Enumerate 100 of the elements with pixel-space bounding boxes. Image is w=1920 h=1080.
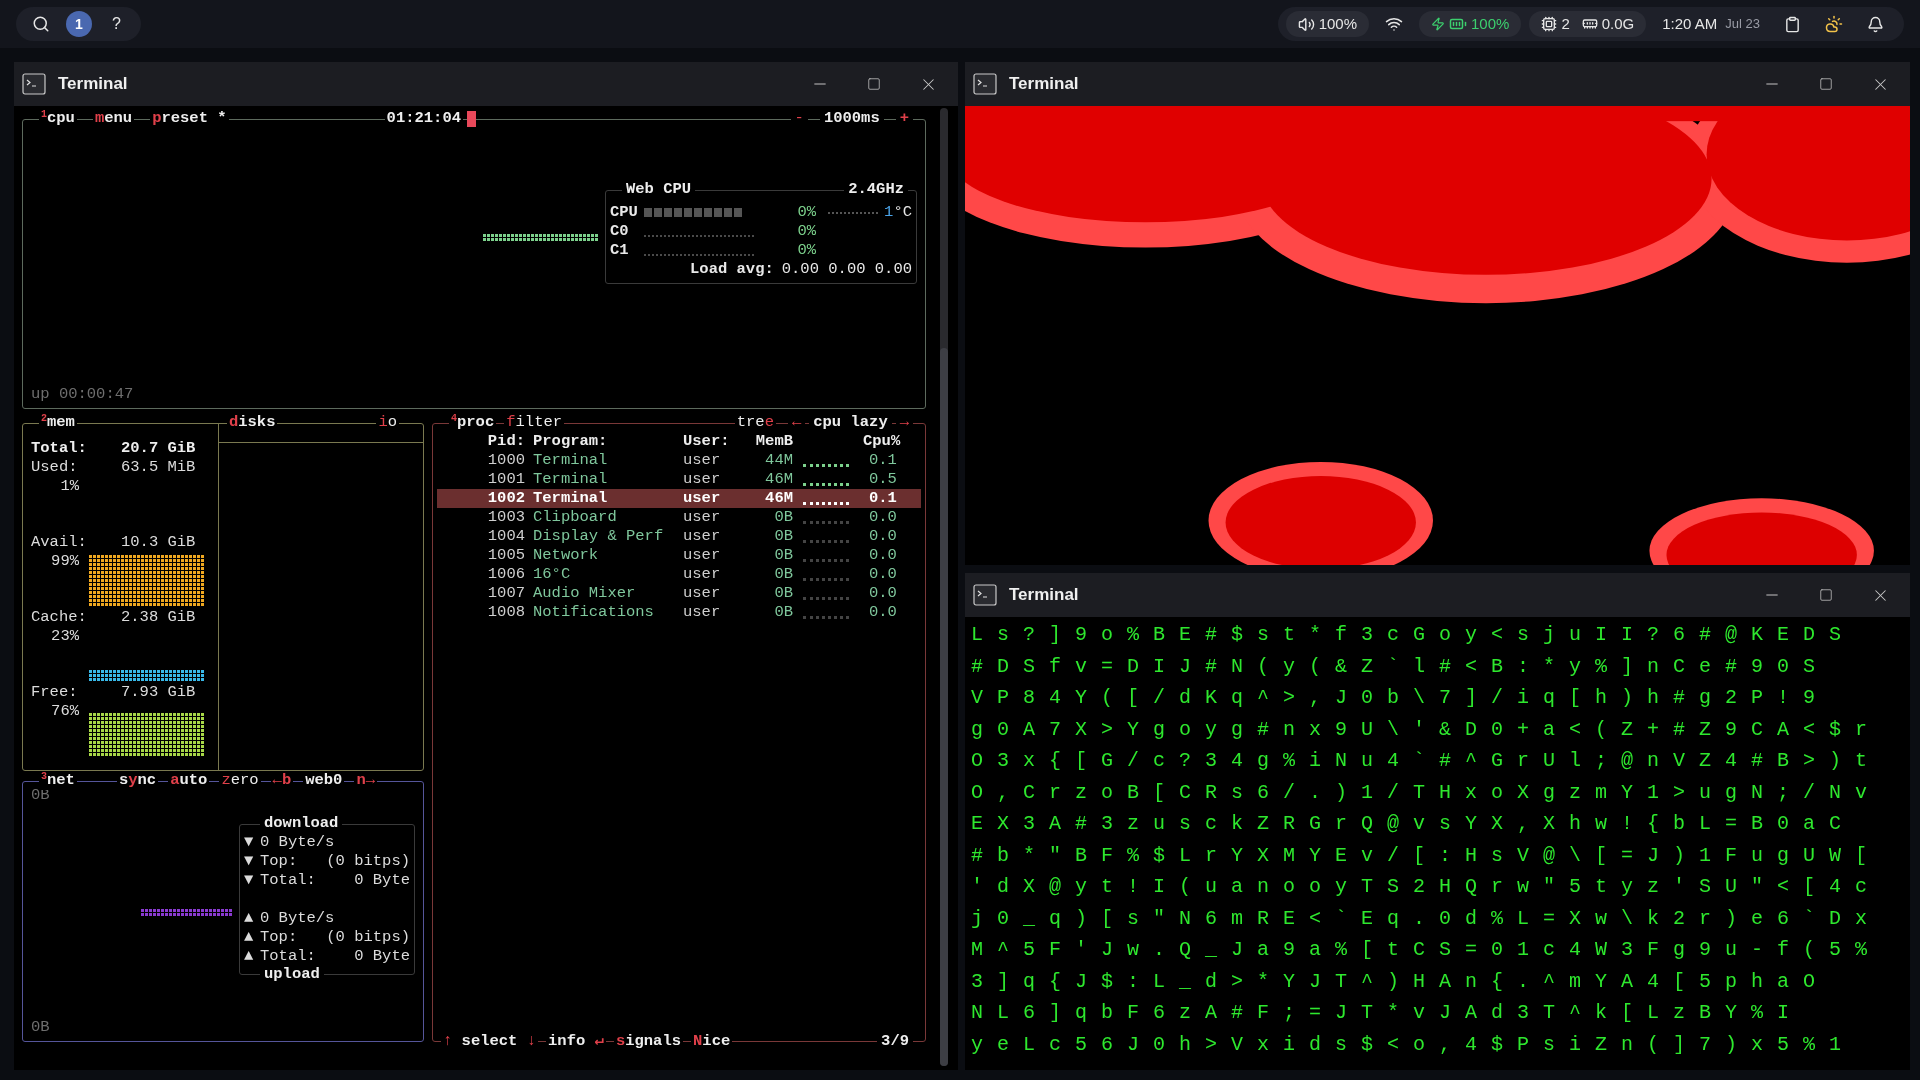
pid-cell-text: 1000 [486, 451, 525, 470]
maximize-icon[interactable] [867, 77, 881, 91]
volume-indicator[interactable]: 100% [1285, 11, 1369, 37]
clock-time: 1:20 AM [1662, 13, 1718, 34]
process-row[interactable]: 1001 Terminal user 46M 0.5 [437, 470, 921, 489]
help-button[interactable]: ? [108, 12, 125, 36]
matrix-text-row-text: M^5F'Jw.Q_Ja9a%[tCS=01c4W3Fg9u-f(5% [971, 937, 1883, 963]
cpu-label: CPU [610, 203, 639, 222]
traffic-label: 0 Byte/s [260, 909, 335, 928]
user-cell-text: user [683, 470, 722, 489]
workspace-button[interactable]: 1 [66, 11, 92, 37]
pid-cell-text: 1007 [486, 584, 525, 603]
window-title: Terminal [58, 73, 128, 96]
cpu-cell: 0.5 [869, 470, 897, 489]
wifi-icon[interactable] [1385, 15, 1403, 33]
memory-value: 63.5 MiB [121, 458, 196, 477]
process-row[interactable]: 1004 Display & Perf user 0B 0.0 [437, 527, 921, 546]
program-cell-text: Notifications [533, 603, 655, 622]
maximize-icon[interactable] [1819, 588, 1833, 602]
memory-cell-text: 0B [773, 546, 793, 565]
up-arrow-icon: ▲ [244, 928, 260, 947]
process-row[interactable]: 1000 Terminal user 44M 0.1 [437, 451, 921, 470]
program-cell-text: Display & Perf [533, 527, 665, 546]
weather-icon[interactable] [1825, 15, 1843, 33]
memory-cell-text: 0B [773, 603, 793, 622]
chip-icon [1541, 16, 1558, 32]
cpu-cell: 0.0 [869, 546, 897, 565]
user-cell-text: user [683, 584, 722, 603]
terminal-icon [22, 73, 46, 95]
maximize-icon[interactable] [1819, 77, 1833, 91]
user-cell-text: user [683, 565, 722, 584]
memory-cell-text: 46M [764, 470, 793, 489]
column-header: Cpu% [863, 432, 901, 451]
program-cell-text: Terminal [533, 470, 609, 489]
memory-percent: 1% [59, 477, 79, 496]
memory-percent: 99% [50, 552, 79, 571]
matrix-text-row-text: Ls?]9o%BE#$st*f3cGoy<sjuII?6#@KEDS [971, 622, 1857, 648]
column-header: User: [683, 432, 731, 451]
program-cell-text: 16°C [533, 565, 572, 584]
memory-value: 20.7 GiB [121, 439, 196, 458]
down-arrow-icon: ▼ [244, 852, 260, 871]
panel-title[interactable]: $^{3}$net [39, 771, 77, 790]
bell-icon[interactable] [1867, 15, 1884, 33]
traffic-value: (0 bitps) [326, 928, 410, 947]
traffic-label: Total: [260, 947, 317, 966]
footer-action[interactable]: signals [613, 1032, 684, 1051]
memory-cell-text: 46M [764, 489, 793, 508]
up-arrow-icon: ▲ [244, 909, 260, 928]
user-cell-text: user [683, 527, 722, 546]
pid-cell-text: 1001 [486, 470, 525, 489]
memory-label: Used: [31, 458, 79, 477]
traffic-label: 0 Byte/s [260, 833, 335, 852]
pid-cell-text: 1008 [486, 603, 525, 622]
memory-value: 7.93 GiB [121, 683, 196, 702]
pid-cell-text: 1003 [486, 508, 525, 527]
pid-cell-text: 1004 [486, 527, 525, 546]
memory-cell-text: 0B [773, 508, 793, 527]
down-arrow-icon: ▼ [244, 833, 260, 852]
process-row[interactable]: 1002 Terminal user 46M 0.1 [437, 489, 921, 508]
program-cell-text: Audio Mixer [533, 584, 637, 603]
pid-cell-text: 1005 [486, 546, 525, 565]
panel-title[interactable]: $^{1}$cpu [39, 109, 77, 128]
up-arrow-icon: ▲ [244, 947, 260, 966]
pid-cell-text: 1002 [486, 489, 525, 508]
process-row[interactable]: 1003 Clipboard user 0B 0.0 [437, 508, 921, 527]
down-arrow-icon: ▼ [244, 871, 260, 890]
memory-icon [1581, 16, 1598, 32]
system-indicator[interactable]: 2 0.0G [1529, 11, 1647, 37]
upload-title: upload [260, 965, 324, 984]
bolt-icon [1431, 17, 1445, 31]
battery-indicator[interactable]: 100% [1419, 11, 1522, 37]
column-header: Pid: [486, 432, 525, 451]
panel-tab[interactable]: preset * [150, 109, 229, 128]
user-cell-text: user [683, 508, 722, 527]
process-row[interactable]: 1008 Notifications user 0B 0.0 [437, 603, 921, 622]
traffic-value: 0 Byte [354, 871, 410, 890]
matrix-text-row-text: 3]q{J$:L_d>*YJT^)HAn{.^mYA4[5phaO [971, 968, 1831, 995]
search-icon[interactable] [32, 15, 50, 33]
user-cell-text: user [683, 489, 722, 508]
scrollbar[interactable] [940, 108, 948, 1066]
memory-cell-text: 0B [773, 527, 793, 546]
program-cell-text: Network [533, 546, 600, 565]
program-cell-text: Terminal [533, 489, 609, 508]
cpu-cell: 0.0 [869, 603, 897, 622]
panel-title[interactable]: $^{4}$proc [449, 413, 497, 432]
cpu-label: C1 [610, 241, 630, 260]
memory-cell-text: 0B [773, 565, 793, 584]
process-row[interactable]: 1006 16°C user 0B 0.0 [437, 565, 921, 584]
column-header: Program: [533, 432, 609, 451]
window-title: Terminal [1009, 73, 1079, 96]
clock-marker [467, 110, 476, 127]
load-label: Load avg: [690, 260, 774, 279]
program-cell-text: Clipboard [533, 508, 618, 527]
process-row[interactable]: 1007 Audio Mixer user 0B 0.0 [437, 584, 921, 603]
traffic-label: Top: [260, 928, 299, 947]
clipboard-icon[interactable] [1784, 15, 1801, 33]
cpu-cell: 0.1 [869, 489, 897, 508]
cpu-cell: 0.1 [869, 451, 897, 470]
cpu-percent: 0% [796, 241, 816, 260]
process-row[interactable]: 1005 Network user 0B 0.0 [437, 546, 921, 565]
